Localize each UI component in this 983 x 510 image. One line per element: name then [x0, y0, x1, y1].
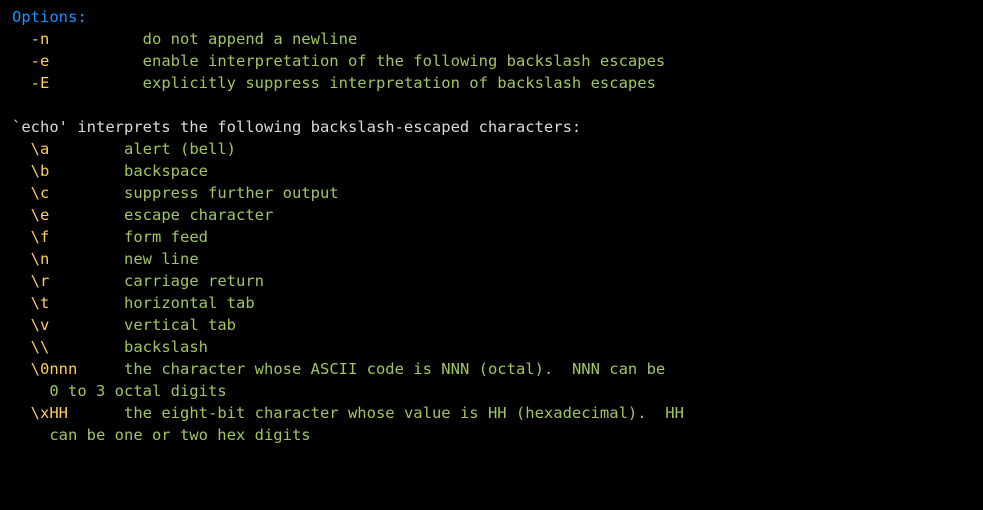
escape-seq: \e	[31, 206, 50, 224]
escape-desc: vertical tab	[124, 316, 236, 334]
escape-seq: \c	[31, 184, 50, 202]
option-desc: explicitly suppress interpretation of ba…	[143, 74, 656, 92]
terminal-output: Options: -n do not append a newline -e e…	[0, 0, 983, 446]
escape-desc-wrap: 0 to 3 octal digits	[12, 382, 227, 400]
escape-seq: \r	[31, 272, 50, 290]
escape-seq: \f	[31, 228, 50, 246]
escape-desc: new line	[124, 250, 199, 268]
escape-desc: escape character	[124, 206, 273, 224]
escapes-intro: `echo' interprets the following backslas…	[12, 118, 581, 136]
escape-seq: \\	[31, 338, 50, 356]
option-flag: -e	[31, 52, 50, 70]
option-desc: do not append a newline	[143, 30, 358, 48]
escape-seq: \0nnn	[31, 360, 78, 378]
escape-desc: backspace	[124, 162, 208, 180]
escape-seq: \a	[31, 140, 50, 158]
escape-desc: the eight-bit character whose value is H…	[124, 404, 684, 422]
escape-desc-wrap: can be one or two hex digits	[12, 426, 311, 444]
escape-desc: suppress further output	[124, 184, 339, 202]
escape-seq: \xHH	[31, 404, 68, 422]
escape-desc: form feed	[124, 228, 208, 246]
escape-desc: the character whose ASCII code is NNN (o…	[124, 360, 665, 378]
escape-seq: \n	[31, 250, 50, 268]
escape-desc: horizontal tab	[124, 294, 255, 312]
option-flag: -E	[31, 74, 50, 92]
escape-seq: \b	[31, 162, 50, 180]
escape-seq: \t	[31, 294, 50, 312]
escape-desc: carriage return	[124, 272, 264, 290]
option-flag: -n	[31, 30, 50, 48]
escape-seq: \v	[31, 316, 50, 334]
escape-desc: backslash	[124, 338, 208, 356]
escape-desc: alert (bell)	[124, 140, 236, 158]
options-header: Options:	[12, 8, 87, 26]
option-desc: enable interpretation of the following b…	[143, 52, 666, 70]
